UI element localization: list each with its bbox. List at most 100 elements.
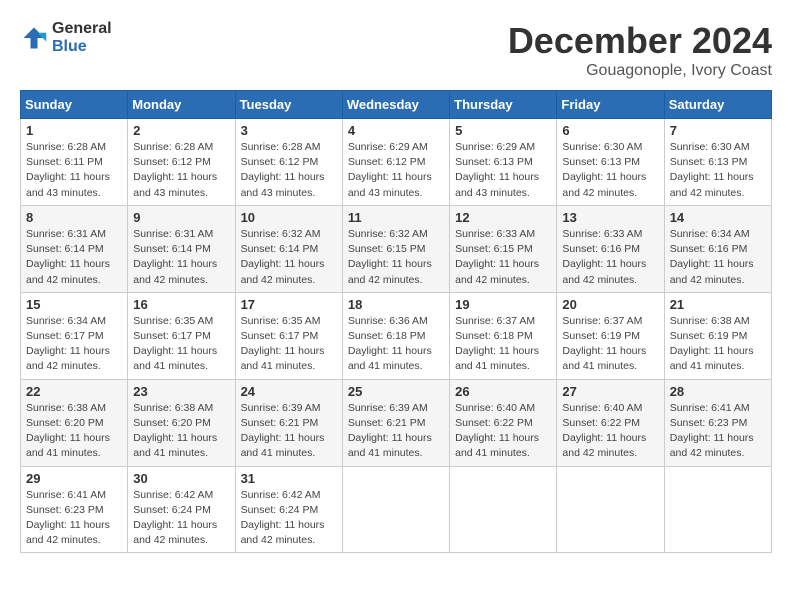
calendar-week-1: 1 Sunrise: 6:28 AMSunset: 6:11 PMDaylight… bbox=[21, 119, 772, 206]
day-number: 1 bbox=[26, 123, 122, 138]
day-number: 7 bbox=[670, 123, 766, 138]
day-info: Sunrise: 6:32 AMSunset: 6:15 PMDaylight:… bbox=[348, 227, 444, 288]
day-info: Sunrise: 6:37 AMSunset: 6:19 PMDaylight:… bbox=[562, 314, 658, 375]
day-number: 27 bbox=[562, 384, 658, 399]
day-info: Sunrise: 6:38 AMSunset: 6:20 PMDaylight:… bbox=[133, 401, 229, 462]
calendar-cell: 16 Sunrise: 6:35 AMSunset: 6:17 PMDayligh… bbox=[128, 292, 235, 379]
day-info: Sunrise: 6:34 AMSunset: 6:16 PMDaylight:… bbox=[670, 227, 766, 288]
day-info: Sunrise: 6:33 AMSunset: 6:16 PMDaylight:… bbox=[562, 227, 658, 288]
calendar-cell: 25 Sunrise: 6:39 AMSunset: 6:21 PMDayligh… bbox=[342, 379, 449, 466]
day-number: 26 bbox=[455, 384, 551, 399]
day-info: Sunrise: 6:33 AMSunset: 6:15 PMDaylight:… bbox=[455, 227, 551, 288]
day-number: 29 bbox=[26, 471, 122, 486]
day-info: Sunrise: 6:35 AMSunset: 6:17 PMDaylight:… bbox=[133, 314, 229, 375]
day-info: Sunrise: 6:37 AMSunset: 6:18 PMDaylight:… bbox=[455, 314, 551, 375]
calendar-table: SundayMondayTuesdayWednesdayThursdayFrid… bbox=[20, 90, 772, 553]
day-info: Sunrise: 6:41 AMSunset: 6:23 PMDaylight:… bbox=[670, 401, 766, 462]
day-info: Sunrise: 6:29 AMSunset: 6:13 PMDaylight:… bbox=[455, 140, 551, 201]
calendar-cell: 18Sunrise: 6:36 AMSunset: 6:18 PMDayligh… bbox=[342, 292, 449, 379]
weekday-header-thursday: Thursday bbox=[450, 91, 557, 119]
day-info: Sunrise: 6:40 AMSunset: 6:22 PMDaylight:… bbox=[455, 401, 551, 462]
weekday-header-sunday: Sunday bbox=[21, 91, 128, 119]
day-info: Sunrise: 6:31 AMSunset: 6:14 PMDaylight:… bbox=[26, 227, 122, 288]
calendar-cell: 5 Sunrise: 6:29 AMSunset: 6:13 PMDaylight… bbox=[450, 119, 557, 206]
calendar-cell: 26 Sunrise: 6:40 AMSunset: 6:22 PMDayligh… bbox=[450, 379, 557, 466]
logo-blue: Blue bbox=[52, 38, 112, 56]
calendar-cell: 30 Sunrise: 6:42 AMSunset: 6:24 PMDayligh… bbox=[128, 466, 235, 553]
calendar-cell: 31 Sunrise: 6:42 AMSunset: 6:24 PMDayligh… bbox=[235, 466, 342, 553]
calendar-cell: 28 Sunrise: 6:41 AMSunset: 6:23 PMDayligh… bbox=[664, 379, 771, 466]
day-info: Sunrise: 6:30 AMSunset: 6:13 PMDaylight:… bbox=[562, 140, 658, 201]
day-info: Sunrise: 6:28 AMSunset: 6:12 PMDaylight:… bbox=[241, 140, 337, 201]
day-number: 4 bbox=[348, 123, 444, 138]
calendar-cell: 17Sunrise: 6:35 AMSunset: 6:17 PMDayligh… bbox=[235, 292, 342, 379]
calendar-cell: 24Sunrise: 6:39 AMSunset: 6:21 PMDayligh… bbox=[235, 379, 342, 466]
calendar-cell: 4 Sunrise: 6:29 AMSunset: 6:12 PMDaylight… bbox=[342, 119, 449, 206]
calendar-week-5: 29 Sunrise: 6:41 AMSunset: 6:23 PMDayligh… bbox=[21, 466, 772, 553]
day-number: 20 bbox=[562, 297, 658, 312]
month-title: December 2024 bbox=[508, 20, 772, 62]
day-info: Sunrise: 6:41 AMSunset: 6:23 PMDaylight:… bbox=[26, 488, 122, 549]
weekday-header-monday: Monday bbox=[128, 91, 235, 119]
header: General Blue December 2024 Gouagonople, … bbox=[20, 20, 772, 80]
day-number: 12 bbox=[455, 210, 551, 225]
day-number: 30 bbox=[133, 471, 229, 486]
day-number: 23 bbox=[133, 384, 229, 399]
calendar-cell: 11 Sunrise: 6:32 AMSunset: 6:15 PMDayligh… bbox=[342, 205, 449, 292]
calendar-cell: 23 Sunrise: 6:38 AMSunset: 6:20 PMDayligh… bbox=[128, 379, 235, 466]
calendar-week-3: 15 Sunrise: 6:34 AMSunset: 6:17 PMDayligh… bbox=[21, 292, 772, 379]
calendar-cell: 19 Sunrise: 6:37 AMSunset: 6:18 PMDayligh… bbox=[450, 292, 557, 379]
calendar-cell: 29 Sunrise: 6:41 AMSunset: 6:23 PMDayligh… bbox=[21, 466, 128, 553]
day-number: 11 bbox=[348, 210, 444, 225]
calendar-cell: 3 Sunrise: 6:28 AMSunset: 6:12 PMDaylight… bbox=[235, 119, 342, 206]
day-info: Sunrise: 6:38 AMSunset: 6:20 PMDaylight:… bbox=[26, 401, 122, 462]
day-number: 16 bbox=[133, 297, 229, 312]
day-number: 2 bbox=[133, 123, 229, 138]
day-number: 31 bbox=[241, 471, 337, 486]
day-info: Sunrise: 6:39 AMSunset: 6:21 PMDaylight:… bbox=[348, 401, 444, 462]
calendar-cell: 1 Sunrise: 6:28 AMSunset: 6:11 PMDaylight… bbox=[21, 119, 128, 206]
day-info: Sunrise: 6:31 AMSunset: 6:14 PMDaylight:… bbox=[133, 227, 229, 288]
calendar-cell: 15 Sunrise: 6:34 AMSunset: 6:17 PMDayligh… bbox=[21, 292, 128, 379]
calendar-week-4: 22Sunrise: 6:38 AMSunset: 6:20 PMDayligh… bbox=[21, 379, 772, 466]
calendar-header: SundayMondayTuesdayWednesdayThursdayFrid… bbox=[21, 91, 772, 119]
day-info: Sunrise: 6:42 AMSunset: 6:24 PMDaylight:… bbox=[133, 488, 229, 549]
calendar-cell: 21Sunrise: 6:38 AMSunset: 6:19 PMDayligh… bbox=[664, 292, 771, 379]
day-info: Sunrise: 6:36 AMSunset: 6:18 PMDaylight:… bbox=[348, 314, 444, 375]
calendar-cell bbox=[342, 466, 449, 553]
day-info: Sunrise: 6:35 AMSunset: 6:17 PMDaylight:… bbox=[241, 314, 337, 375]
calendar-cell: 20 Sunrise: 6:37 AMSunset: 6:19 PMDayligh… bbox=[557, 292, 664, 379]
day-info: Sunrise: 6:28 AMSunset: 6:11 PMDaylight:… bbox=[26, 140, 122, 201]
weekday-header-wednesday: Wednesday bbox=[342, 91, 449, 119]
logo: General Blue bbox=[20, 20, 112, 55]
logo-general: General bbox=[52, 20, 112, 38]
calendar-cell: 9 Sunrise: 6:31 AMSunset: 6:14 PMDaylight… bbox=[128, 205, 235, 292]
calendar-cell: 6Sunrise: 6:30 AMSunset: 6:13 PMDaylight… bbox=[557, 119, 664, 206]
day-number: 24 bbox=[241, 384, 337, 399]
day-number: 25 bbox=[348, 384, 444, 399]
calendar-cell: 2 Sunrise: 6:28 AMSunset: 6:12 PMDaylight… bbox=[128, 119, 235, 206]
weekday-header-friday: Friday bbox=[557, 91, 664, 119]
calendar-cell bbox=[664, 466, 771, 553]
calendar-body: 1 Sunrise: 6:28 AMSunset: 6:11 PMDaylight… bbox=[21, 119, 772, 553]
calendar-week-2: 8 Sunrise: 6:31 AMSunset: 6:14 PMDaylight… bbox=[21, 205, 772, 292]
day-info: Sunrise: 6:42 AMSunset: 6:24 PMDaylight:… bbox=[241, 488, 337, 549]
day-number: 9 bbox=[133, 210, 229, 225]
calendar-cell: 10 Sunrise: 6:32 AMSunset: 6:14 PMDayligh… bbox=[235, 205, 342, 292]
location-title: Gouagonople, Ivory Coast bbox=[508, 62, 772, 80]
day-number: 5 bbox=[455, 123, 551, 138]
day-number: 28 bbox=[670, 384, 766, 399]
day-info: Sunrise: 6:29 AMSunset: 6:12 PMDaylight:… bbox=[348, 140, 444, 201]
day-number: 14 bbox=[670, 210, 766, 225]
day-info: Sunrise: 6:40 AMSunset: 6:22 PMDaylight:… bbox=[562, 401, 658, 462]
calendar-cell: 22Sunrise: 6:38 AMSunset: 6:20 PMDayligh… bbox=[21, 379, 128, 466]
day-number: 3 bbox=[241, 123, 337, 138]
day-number: 8 bbox=[26, 210, 122, 225]
day-number: 19 bbox=[455, 297, 551, 312]
day-number: 15 bbox=[26, 297, 122, 312]
day-info: Sunrise: 6:28 AMSunset: 6:12 PMDaylight:… bbox=[133, 140, 229, 201]
day-info: Sunrise: 6:32 AMSunset: 6:14 PMDaylight:… bbox=[241, 227, 337, 288]
day-info: Sunrise: 6:34 AMSunset: 6:17 PMDaylight:… bbox=[26, 314, 122, 375]
title-area: December 2024 Gouagonople, Ivory Coast bbox=[508, 20, 772, 80]
day-number: 10 bbox=[241, 210, 337, 225]
